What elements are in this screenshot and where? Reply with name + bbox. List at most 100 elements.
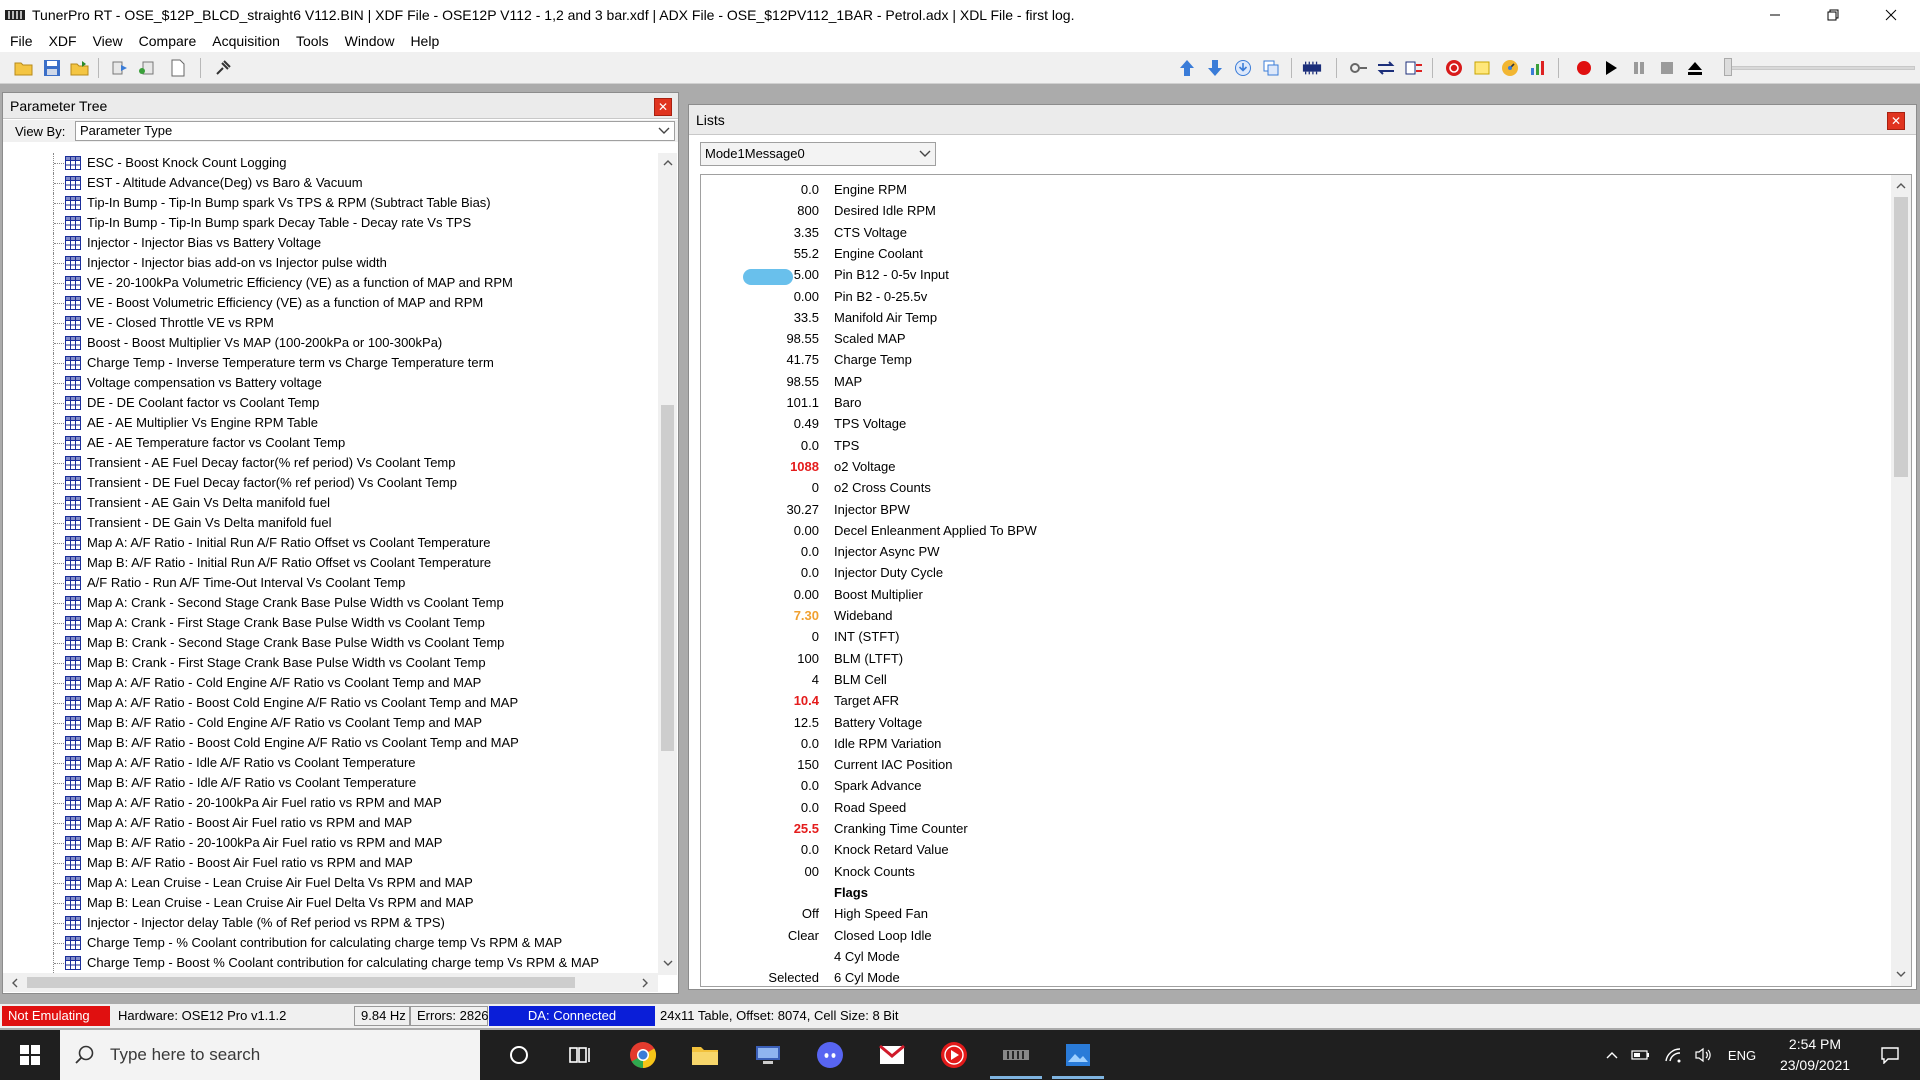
tree-item[interactable]: Map B: A/F Ratio - Boost Air Fuel ratio …: [3, 853, 658, 873]
start-button[interactable]: [0, 1030, 60, 1080]
tree-item[interactable]: Transient - DE Fuel Decay factor(% ref p…: [3, 473, 658, 493]
scroll-up-icon[interactable]: [660, 155, 676, 171]
list-row[interactable]: 4 BLM Cell: [701, 669, 1881, 690]
tree-item[interactable]: Charge Temp - Inverse Temperature term v…: [3, 353, 658, 373]
tree-item[interactable]: Map A: Crank - Second Stage Crank Base P…: [3, 593, 658, 613]
show-hidden-icons-icon[interactable]: [1600, 1030, 1624, 1080]
menu-compare[interactable]: Compare: [131, 30, 205, 52]
list-row[interactable]: 101.1 Baro: [701, 392, 1881, 413]
list-row[interactable]: 00 Knock Counts: [701, 861, 1881, 882]
minimize-button[interactable]: [1746, 0, 1804, 30]
tree-item[interactable]: Injector - Injector bias add-on vs Injec…: [3, 253, 658, 273]
tree-item[interactable]: Transient - AE Gain Vs Delta manifold fu…: [3, 493, 658, 513]
view-by-select[interactable]: Parameter Type: [75, 121, 675, 141]
tree-item[interactable]: Injector - Injector Bias vs Battery Volt…: [3, 233, 658, 253]
pause-icon[interactable]: [1629, 58, 1649, 78]
tree-item[interactable]: EST - Altitude Advance(Deg) vs Baro & Va…: [3, 173, 658, 193]
close-window-button[interactable]: [1862, 0, 1920, 30]
tree-item[interactable]: A/F Ratio - Run A/F Time-Out Interval Vs…: [3, 573, 658, 593]
scroll-right-icon[interactable]: [637, 975, 653, 991]
menu-window[interactable]: Window: [337, 30, 403, 52]
tree-vertical-scrollbar[interactable]: [658, 153, 677, 975]
list-row[interactable]: Clear Closed Loop Idle: [701, 925, 1881, 946]
tree-item[interactable]: Charge Temp - % Coolant contribution for…: [3, 933, 658, 953]
list-row[interactable]: 0.00 Pin B2 - 0-25.5v: [701, 286, 1881, 307]
stop-log-icon[interactable]: [1444, 58, 1464, 78]
tree-item[interactable]: Map B: A/F Ratio - Cold Engine A/F Ratio…: [3, 713, 658, 733]
export-icon[interactable]: [136, 58, 156, 78]
restore-button[interactable]: [1804, 0, 1862, 30]
menu-help[interactable]: Help: [402, 30, 447, 52]
file-explorer-icon[interactable]: [683, 1036, 727, 1074]
eject-icon[interactable]: [1685, 58, 1705, 78]
connector-icon[interactable]: [213, 58, 233, 78]
notifications-icon[interactable]: [1866, 1030, 1914, 1080]
tree-item[interactable]: Map A: A/F Ratio - Boost Air Fuel ratio …: [3, 813, 658, 833]
list-row[interactable]: 0.00 Decel Enleanment Applied To BPW: [701, 520, 1881, 541]
list-vertical-scrollbar[interactable]: [1891, 175, 1911, 986]
tree-item[interactable]: Map A: A/F Ratio - Idle A/F Ratio vs Coo…: [3, 753, 658, 773]
list-mode-select[interactable]: Mode1Message0: [700, 142, 936, 166]
arrow-down-icon[interactable]: [1205, 58, 1225, 78]
list-row[interactable]: 55.2 Engine Coolant: [701, 243, 1881, 264]
list-row[interactable]: 1088 o2 Voltage: [701, 456, 1881, 477]
list-row[interactable]: 30.27 Injector BPW: [701, 499, 1881, 520]
list-vertical-scroll-thumb[interactable]: [1894, 197, 1908, 477]
list-row[interactable]: 33.5 Manifold Air Temp: [701, 307, 1881, 328]
menu-acquisition[interactable]: Acquisition: [204, 30, 288, 52]
list-row[interactable]: 0.0 Injector Async PW: [701, 541, 1881, 562]
tree-item[interactable]: Charge Temp - Boost % Coolant contributi…: [3, 953, 658, 973]
taskbar-clock[interactable]: 2:54 PM 23/09/2021: [1770, 1034, 1860, 1076]
tree-item[interactable]: Injector - Injector delay Table (% of Re…: [3, 913, 658, 933]
playback-slider-track[interactable]: [1730, 66, 1915, 70]
tree-item[interactable]: Map B: A/F Ratio - Idle A/F Ratio vs Coo…: [3, 773, 658, 793]
list-row[interactable]: 0.0 Spark Advance: [701, 775, 1881, 796]
open-folder-icon[interactable]: [14, 58, 34, 78]
list-row[interactable]: 98.55 MAP: [701, 371, 1881, 392]
list-row[interactable]: 0.0 Engine RPM: [701, 179, 1881, 200]
task-view-icon[interactable]: [558, 1036, 602, 1074]
tree-item[interactable]: Map A: A/F Ratio - Initial Run A/F Ratio…: [3, 533, 658, 553]
close-parameter-tree-button[interactable]: ✕: [654, 98, 672, 116]
list-row[interactable]: 100 BLM (LTFT): [701, 648, 1881, 669]
tree-item[interactable]: Map A: A/F Ratio - 20-100kPa Air Fuel ra…: [3, 793, 658, 813]
list-row[interactable]: 98.55 Scaled MAP: [701, 328, 1881, 349]
media-player-icon[interactable]: [932, 1036, 976, 1074]
tree-item[interactable]: Map A: Crank - First Stage Crank Base Pu…: [3, 613, 658, 633]
taskbar-search-box[interactable]: Type here to search: [60, 1030, 480, 1080]
tree-item[interactable]: ESC - Boost Knock Count Logging: [3, 153, 658, 173]
tree-item[interactable]: Map A: A/F Ratio - Cold Engine A/F Ratio…: [3, 673, 658, 693]
list-row[interactable]: Selected 6 Cyl Mode: [701, 967, 1881, 986]
list-row[interactable]: 12.5 Battery Voltage: [701, 712, 1881, 733]
list-row[interactable]: 800 Desired Idle RPM: [701, 200, 1881, 221]
scroll-down-icon[interactable]: [1893, 966, 1909, 982]
tree-item[interactable]: VE - Boost Volumetric Efficiency (VE) as…: [3, 293, 658, 313]
list-row[interactable]: 0 o2 Cross Counts: [701, 477, 1881, 498]
tree-item[interactable]: AE - AE Multiplier Vs Engine RPM Table: [3, 413, 658, 433]
list-row[interactable]: 0.0 TPS: [701, 435, 1881, 456]
list-row[interactable]: 0 INT (STFT): [701, 626, 1881, 647]
wifi-icon[interactable]: [1660, 1030, 1686, 1080]
tree-item[interactable]: Map B: Crank - First Stage Crank Base Pu…: [3, 653, 658, 673]
stop-icon[interactable]: [1657, 58, 1677, 78]
list-row[interactable]: 0.0 Knock Retard Value: [701, 839, 1881, 860]
play-icon[interactable]: [1601, 58, 1621, 78]
tree-item[interactable]: Boost - Boost Multiplier Vs MAP (100-200…: [3, 333, 658, 353]
list-row[interactable]: 41.75 Charge Temp: [701, 349, 1881, 370]
discord-icon[interactable]: [808, 1036, 852, 1074]
tree-item[interactable]: Map B: Lean Cruise - Lean Cruise Air Fue…: [3, 893, 658, 913]
list-row[interactable]: 0.49 TPS Voltage: [701, 413, 1881, 434]
tree-item[interactable]: Tip-In Bump - Tip-In Bump spark Vs TPS &…: [3, 193, 658, 213]
list-row[interactable]: 25.5 Cranking Time Counter: [701, 818, 1881, 839]
list-row[interactable]: 150 Current IAC Position: [701, 754, 1881, 775]
swap-arrows-icon[interactable]: [1376, 58, 1396, 78]
cortana-icon[interactable]: [497, 1036, 541, 1074]
tree-item[interactable]: Transient - DE Gain Vs Delta manifold fu…: [3, 513, 658, 533]
new-document-icon[interactable]: [168, 58, 188, 78]
tree-item[interactable]: Map B: A/F Ratio - Initial Run A/F Ratio…: [3, 553, 658, 573]
menu-view[interactable]: View: [85, 30, 131, 52]
settings-connect-icon[interactable]: [1348, 58, 1368, 78]
dashboard-icon[interactable]: [1500, 58, 1520, 78]
tree-horizontal-scroll-thumb[interactable]: [27, 977, 575, 988]
remote-desktop-icon[interactable]: [746, 1036, 790, 1074]
